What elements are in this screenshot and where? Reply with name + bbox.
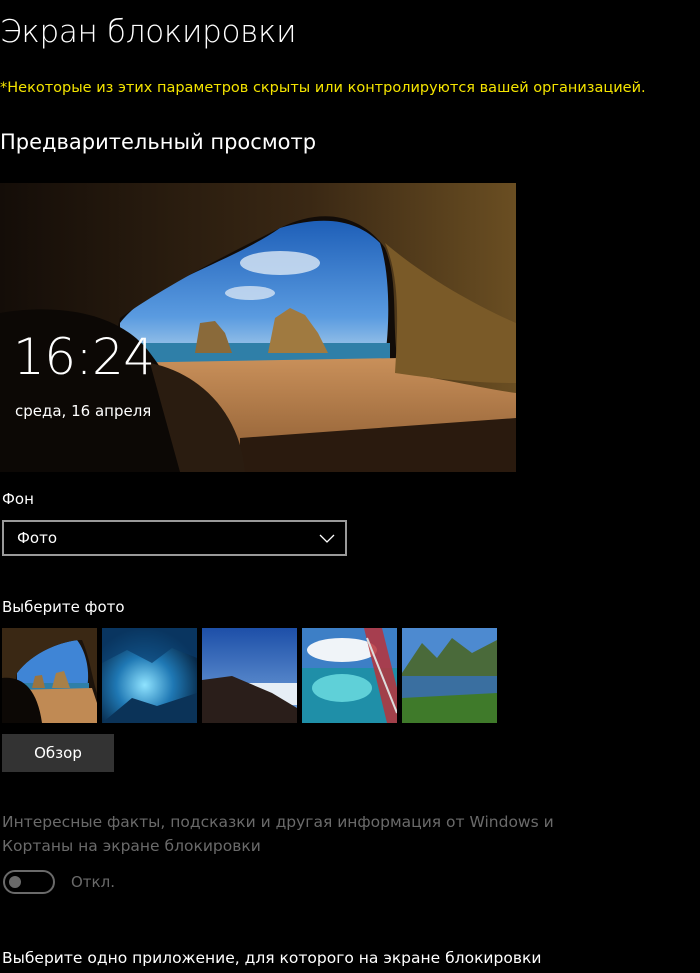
preview-heading: Предварительный просмотр bbox=[0, 130, 317, 154]
lock-screen-preview: 16:24 среда, 16 апреля bbox=[0, 183, 516, 472]
background-selected-value: Фото bbox=[17, 529, 58, 547]
choose-photo-label: Выберите фото bbox=[2, 598, 125, 616]
toggle-knob bbox=[9, 876, 21, 888]
page-title: Экран блокировки bbox=[0, 14, 297, 50]
thumbnail-cave-beach[interactable] bbox=[2, 628, 97, 723]
preview-date: среда, 16 апреля bbox=[15, 402, 152, 420]
background-label: Фон bbox=[2, 490, 34, 508]
thumbnail-lagoon-airplane[interactable] bbox=[302, 628, 397, 723]
fun-facts-toggle[interactable] bbox=[3, 870, 55, 894]
fun-facts-toggle-state: Откл. bbox=[71, 873, 115, 891]
policy-notice: *Некоторые из этих параметров скрыты или… bbox=[0, 80, 646, 96]
background-dropdown[interactable]: Фото bbox=[2, 520, 347, 556]
preview-clock: 16:24 bbox=[13, 328, 155, 386]
browse-button[interactable]: Обзор bbox=[2, 734, 114, 772]
chevron-down-icon bbox=[319, 534, 335, 543]
thumbnail-ice-cave[interactable] bbox=[102, 628, 197, 723]
thumbnail-mountain-clouds[interactable] bbox=[202, 628, 297, 723]
fun-facts-description: Интересные факты, подсказки и другая инф… bbox=[2, 813, 554, 855]
app-status-label: Выберите одно приложение, для которого н… bbox=[2, 949, 542, 967]
photo-thumbnails bbox=[2, 628, 497, 723]
thumbnail-fjord-lake[interactable] bbox=[402, 628, 497, 723]
